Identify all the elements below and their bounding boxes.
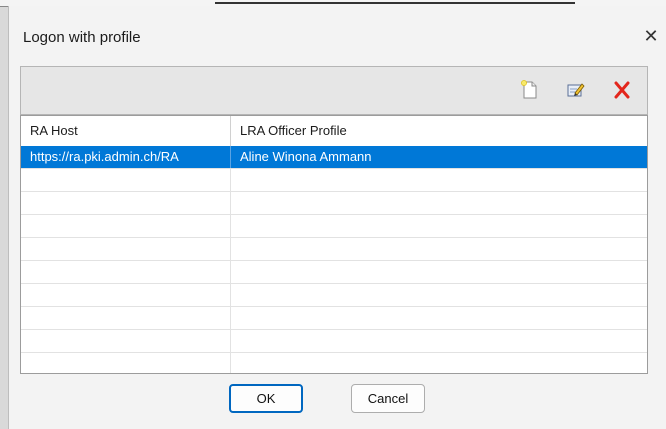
table-row[interactable] — [21, 307, 647, 330]
ra-host-cell — [21, 261, 231, 283]
new-profile-button[interactable] — [517, 77, 543, 103]
new-document-icon — [521, 80, 537, 99]
table-row[interactable] — [21, 238, 647, 261]
officer-profile-cell — [231, 215, 647, 237]
profile-toolbar — [20, 66, 648, 115]
ra-host-cell — [21, 284, 231, 306]
table-row[interactable]: https://ra.pki.admin.ch/RA Aline Winona A… — [21, 146, 647, 169]
edit-profile-button[interactable] — [563, 77, 589, 103]
officer-profile-cell: Aline Winona Ammann — [240, 149, 372, 164]
ra-host-cell — [21, 238, 231, 260]
ra-host-cell — [21, 215, 231, 237]
officer-profile-cell — [231, 330, 647, 352]
ra-host-cell: https://ra.pki.admin.ch/RA — [21, 146, 231, 168]
delete-x-icon — [614, 81, 630, 99]
table-row[interactable] — [21, 330, 647, 353]
table-row[interactable] — [21, 261, 647, 284]
dialog-title: Logon with profile — [23, 29, 141, 46]
edit-icon — [567, 83, 585, 97]
ok-button[interactable]: OK — [229, 384, 303, 413]
officer-profile-cell — [231, 353, 647, 373]
officer-profile-cell — [231, 169, 647, 191]
officer-profile-cell — [231, 284, 647, 306]
table-row[interactable] — [21, 284, 647, 307]
background-line — [215, 2, 575, 4]
officer-profile-cell — [231, 238, 647, 260]
officer-profile-cell — [231, 307, 647, 329]
table-row[interactable] — [21, 215, 647, 238]
table-row[interactable] — [21, 353, 647, 373]
ra-host-cell — [21, 330, 231, 352]
profile-table: RA Host LRA Officer Profile https://ra.p… — [20, 115, 648, 374]
column-header-ra-host[interactable]: RA Host — [21, 116, 231, 146]
table-row[interactable] — [21, 169, 647, 192]
ra-host-cell — [21, 192, 231, 214]
cancel-button[interactable]: Cancel — [351, 384, 425, 413]
delete-profile-button[interactable] — [609, 77, 635, 103]
ra-host-cell — [21, 169, 231, 191]
officer-profile-cell — [231, 192, 647, 214]
column-header-lra-officer-profile[interactable]: LRA Officer Profile — [231, 116, 647, 146]
table-row[interactable] — [21, 192, 647, 215]
table-header: RA Host LRA Officer Profile — [21, 116, 647, 147]
close-icon[interactable]: ✕ — [639, 24, 663, 48]
officer-profile-cell — [231, 261, 647, 283]
ra-host-cell — [21, 353, 231, 373]
ra-host-cell — [21, 307, 231, 329]
